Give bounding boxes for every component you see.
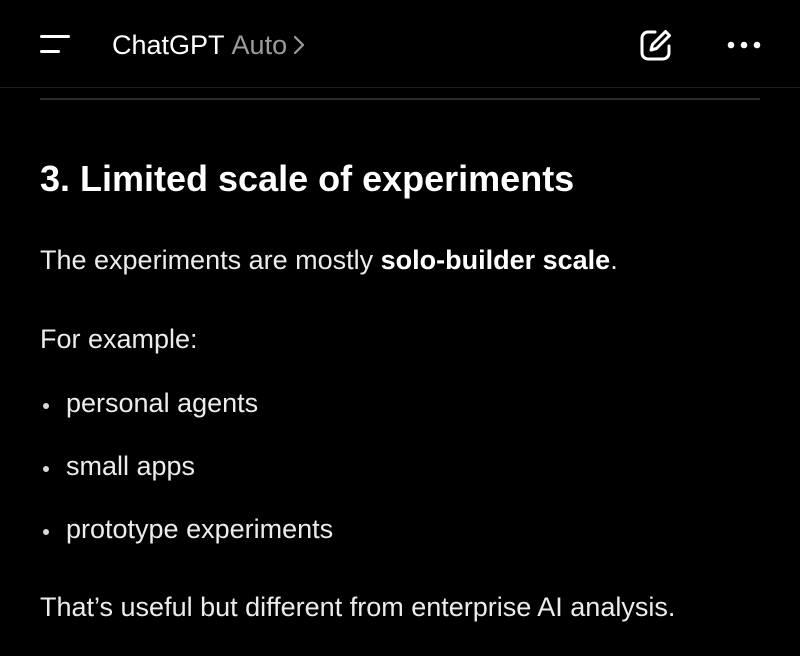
list-item: small apps <box>40 451 333 514</box>
list-item-text: personal agents <box>66 388 259 418</box>
closing-paragraph: That’s useful but different from enterpr… <box>40 592 676 622</box>
list-item-text: small apps <box>66 451 196 481</box>
list-item: prototype experiments <box>40 514 333 577</box>
model-name: Auto <box>231 29 288 60</box>
section-heading: 3. Limited scale of experiments <box>40 158 575 199</box>
list-item: personal agents <box>40 388 333 451</box>
bullet-dot-icon <box>43 529 49 535</box>
example-list: personal agents small apps prototype exp… <box>40 388 333 577</box>
intro-text-start: The experiments are mostly <box>40 245 381 275</box>
app-title: ChatGPT <box>112 29 225 60</box>
bullet-dot-icon <box>43 466 49 472</box>
more-horizontal-icon[interactable] <box>724 30 764 60</box>
intro-paragraph: The experiments are mostly solo-builder … <box>40 245 618 276</box>
section-divider <box>40 98 760 100</box>
hamburger-menu-icon[interactable] <box>40 30 74 58</box>
model-selector[interactable]: ChatGPT Auto <box>112 28 305 62</box>
top-navigation-bar: ChatGPT Auto <box>0 0 800 88</box>
intro-bold-text: solo-builder scale <box>380 245 611 275</box>
example-label: For example: <box>40 324 198 354</box>
new-chat-edit-icon[interactable] <box>638 27 674 63</box>
bullet-dot-icon <box>43 403 49 409</box>
list-item-text: prototype experiments <box>66 514 334 544</box>
intro-text-end: . <box>610 245 618 275</box>
chevron-right-icon <box>293 35 305 55</box>
